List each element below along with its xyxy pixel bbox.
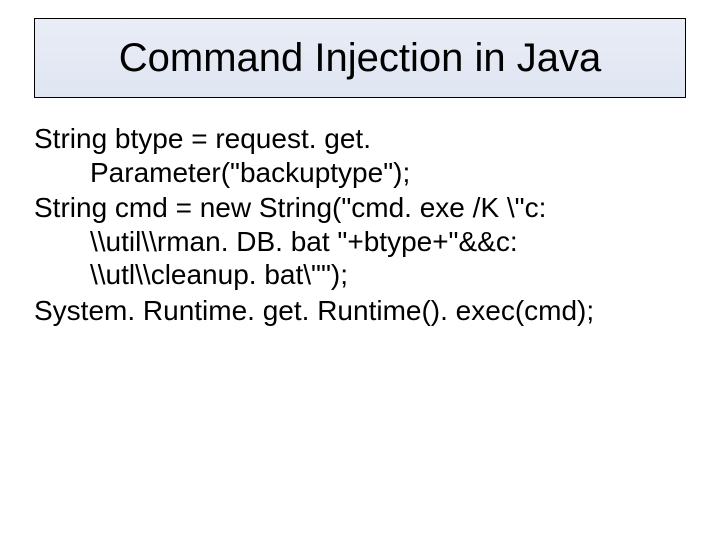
slide-body: String btype = request. get. Parameter("… [34,122,686,330]
slide-title: Command Injection in Java [119,36,601,81]
code-line-3: System. Runtime. get. Runtime(). exec(cm… [34,294,686,328]
slide: Command Injection in Java String btype =… [0,0,720,540]
code-line-2: String cmd = new String("cmd. exe /K \"c… [34,191,686,292]
code-line-1: String btype = request. get. Parameter("… [34,122,686,189]
title-box: Command Injection in Java [34,18,686,98]
